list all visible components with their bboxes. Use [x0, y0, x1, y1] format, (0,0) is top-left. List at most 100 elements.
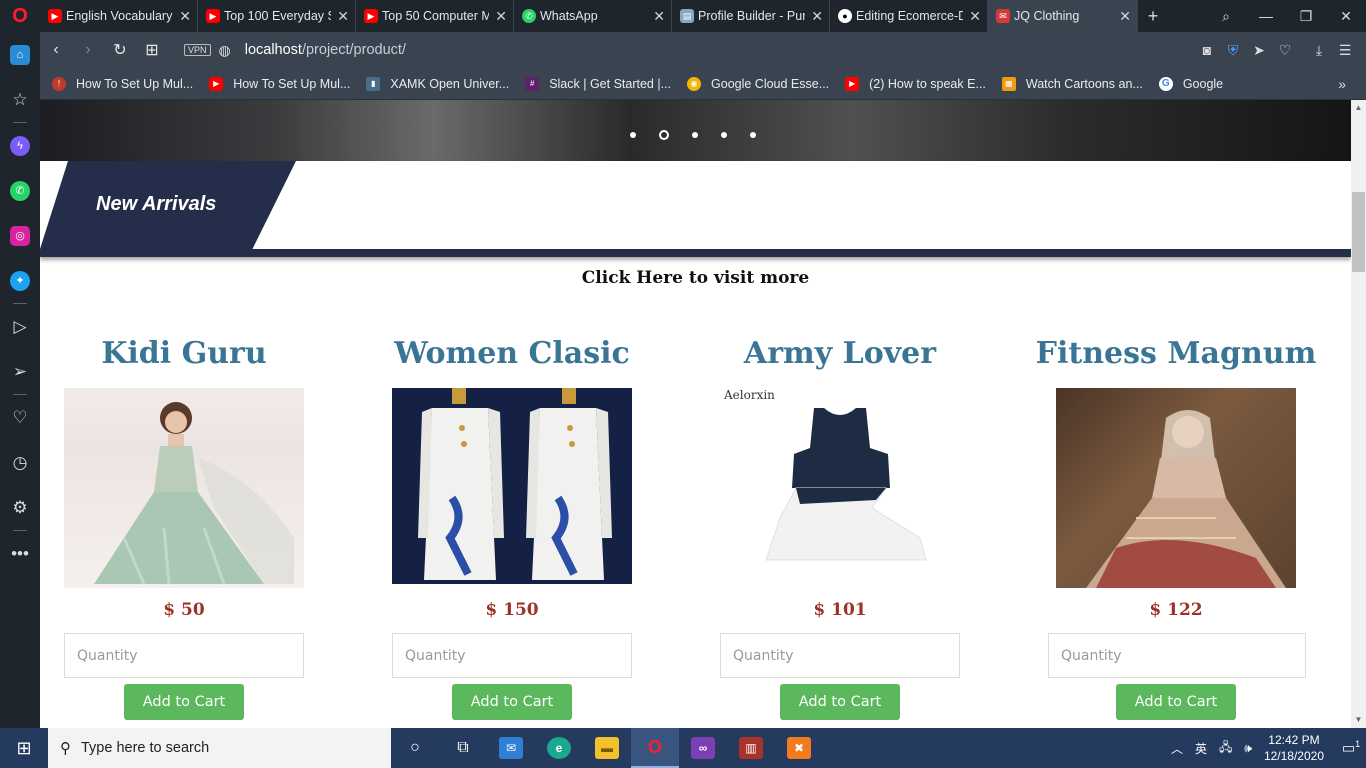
edge-icon[interactable]: e — [535, 728, 583, 768]
tab-editing-ecomerce[interactable]: ● Editing Ecomerce-D ✕ — [830, 0, 988, 32]
system-tray: ︿ 英 🖧 🕪 12:42 PM 12/18/2020 ▭1 — [1165, 728, 1366, 768]
heart-icon[interactable]: ♡ — [0, 395, 40, 440]
close-icon[interactable]: ✕ — [179, 8, 191, 25]
close-icon[interactable]: ✕ — [811, 8, 823, 25]
page-scrollbar[interactable]: ▲ ▼ — [1351, 100, 1366, 728]
camera-icon[interactable]: ◙ — [1194, 42, 1220, 58]
gear-icon[interactable]: ⚙ — [0, 485, 40, 530]
carousel-dot[interactable] — [630, 132, 636, 138]
bookmark-item[interactable]: ▮ XAMK Open Univer... — [366, 76, 509, 91]
vpn-badge[interactable]: VPN — [184, 44, 211, 56]
player-icon[interactable]: ▷ — [0, 304, 40, 349]
whatsapp-icon[interactable]: ✆ — [0, 168, 40, 213]
history-icon[interactable]: ◷ — [0, 440, 40, 485]
bookmark-item[interactable]: # Slack | Get Started |... — [525, 76, 671, 91]
globe-icon[interactable]: ◍ — [219, 42, 231, 59]
file-explorer-icon[interactable]: ▬ — [583, 728, 631, 768]
opera-logo-icon[interactable]: O — [0, 0, 40, 32]
tab-jq-clothing[interactable]: ✉ JQ Clothing ✕ — [988, 0, 1138, 32]
quantity-input[interactable] — [392, 633, 632, 678]
carousel-dot[interactable] — [750, 132, 756, 138]
forward-icon[interactable]: › — [72, 41, 104, 59]
carousel-dot[interactable] — [692, 132, 698, 138]
tab-top-50-computer[interactable]: ▶ Top 50 Computer M ✕ — [356, 0, 514, 32]
bookmark-item[interactable]: ◉ Google Cloud Esse... — [687, 76, 829, 91]
carousel-dot-active[interactable] — [659, 130, 669, 140]
bookmark-item[interactable]: ▶ How To Set Up Mul... — [209, 76, 351, 91]
product-image[interactable] — [64, 388, 304, 588]
bookmark-label: How To Set Up Mul... — [233, 76, 351, 91]
product-name: Army Lover — [743, 336, 937, 371]
task-view-icon[interactable]: ⧉ — [439, 728, 487, 768]
qwiklabs-icon: ◉ — [687, 76, 702, 91]
mail-icon[interactable]: ✉ — [487, 728, 535, 768]
star-icon[interactable]: ☆ — [0, 77, 40, 122]
opera-sidebar: ⌂ ☆ ϟ ✆ ◎ ✦ ▷ ➢ ♡ ◷ ⚙ ••• — [0, 32, 40, 728]
more-icon[interactable]: ••• — [0, 531, 40, 576]
close-icon[interactable]: ✕ — [337, 8, 349, 25]
tab-top-100-everyday[interactable]: ▶ Top 100 Everyday Se ✕ — [198, 0, 356, 32]
product-image[interactable] — [1056, 388, 1296, 588]
scroll-up-icon[interactable]: ▲ — [1351, 100, 1366, 116]
notification-count: 1 — [1355, 739, 1361, 750]
windows-start-icon[interactable]: ⊞ — [0, 728, 48, 768]
opera-taskbar-icon[interactable]: O — [631, 728, 679, 768]
quantity-input[interactable] — [1048, 633, 1306, 678]
easy-setup-icon[interactable]: ☰ — [1332, 42, 1358, 59]
send-icon[interactable]: ➤ — [1246, 42, 1272, 59]
restore-icon[interactable]: ❐ — [1286, 8, 1326, 25]
quantity-input[interactable] — [64, 633, 304, 678]
bookmark-item[interactable]: G Google — [1158, 76, 1223, 91]
send-icon[interactable]: ➢ — [0, 349, 40, 394]
home-icon[interactable]: ⌂ — [0, 32, 40, 77]
visit-more-link[interactable]: Click Here to visit more — [40, 268, 1351, 288]
search-tabs-icon[interactable]: ⌕ — [1206, 8, 1246, 25]
close-icon[interactable]: ✕ — [1119, 8, 1131, 25]
url-field[interactable]: localhost/project/product/ — [245, 42, 406, 58]
scrollbar-thumb[interactable] — [1352, 192, 1365, 272]
visual-studio-icon[interactable]: ∞ — [679, 728, 727, 768]
chevron-up-icon[interactable]: ︿ — [1171, 740, 1183, 757]
close-icon[interactable]: ✕ — [495, 8, 507, 25]
close-icon[interactable]: ✕ — [969, 8, 981, 25]
heart-icon[interactable]: ♡ — [1272, 42, 1298, 59]
carousel-dot[interactable] — [721, 132, 727, 138]
messenger-icon[interactable]: ϟ — [0, 123, 40, 168]
bridal-dress-illustration — [1086, 410, 1286, 588]
winrar-icon[interactable]: ▥ — [727, 728, 775, 768]
language-icon[interactable]: 英 — [1195, 740, 1207, 757]
minimize-icon[interactable]: — — [1246, 8, 1286, 24]
shield-icon[interactable]: ⛨ — [1220, 42, 1246, 59]
reload-icon[interactable]: ↻ — [104, 40, 136, 60]
back-icon[interactable]: ‹ — [40, 41, 72, 59]
tab-profile-builder[interactable]: ▤ Profile Builder - Pur ✕ — [672, 0, 830, 32]
add-to-cart-button[interactable]: Add to Cart — [780, 684, 900, 720]
new-tab-button[interactable]: + — [1138, 0, 1168, 32]
bookmark-item[interactable]: ▦ Watch Cartoons an... — [1001, 76, 1143, 91]
add-to-cart-button[interactable]: Add to Cart — [1116, 684, 1236, 720]
taskbar-search[interactable]: ⚲ Type here to search — [48, 728, 391, 768]
clock[interactable]: 12:42 PM 12/18/2020 — [1264, 732, 1324, 764]
notification-icon[interactable]: ▭1 — [1336, 739, 1366, 757]
add-to-cart-button[interactable]: Add to Cart — [452, 684, 572, 720]
close-window-icon[interactable]: ✕ — [1326, 8, 1366, 25]
scroll-down-icon[interactable]: ▼ — [1351, 712, 1366, 728]
bookmark-item[interactable]: ! How To Set Up Mul... — [52, 76, 193, 91]
speed-dial-icon[interactable]: ⊞ — [136, 40, 168, 60]
instagram-icon[interactable]: ◎ — [0, 213, 40, 258]
close-icon[interactable]: ✕ — [653, 8, 665, 25]
add-to-cart-button[interactable]: Add to Cart — [124, 684, 244, 720]
xampp-icon[interactable]: ✖ — [775, 728, 823, 768]
download-icon[interactable]: ⤓ — [1306, 42, 1332, 59]
product-image[interactable]: Aelorxin — [720, 388, 960, 588]
tab-whatsapp[interactable]: ✆ WhatsApp ✕ — [514, 0, 672, 32]
cortana-icon[interactable]: ○ — [391, 728, 439, 768]
product-image[interactable] — [392, 388, 632, 584]
bookmark-item[interactable]: ▶ (2) How to speak E... — [845, 76, 986, 91]
twitter-icon[interactable]: ✦ — [0, 258, 40, 303]
bookmarks-overflow-icon[interactable]: » — [1338, 76, 1346, 92]
tab-english-vocabulary[interactable]: ▶ English Vocabulary Si ✕ — [40, 0, 198, 32]
volume-icon[interactable]: 🕪 — [1244, 741, 1252, 756]
quantity-input[interactable] — [720, 633, 960, 678]
network-icon[interactable]: 🖧 — [1219, 738, 1232, 759]
